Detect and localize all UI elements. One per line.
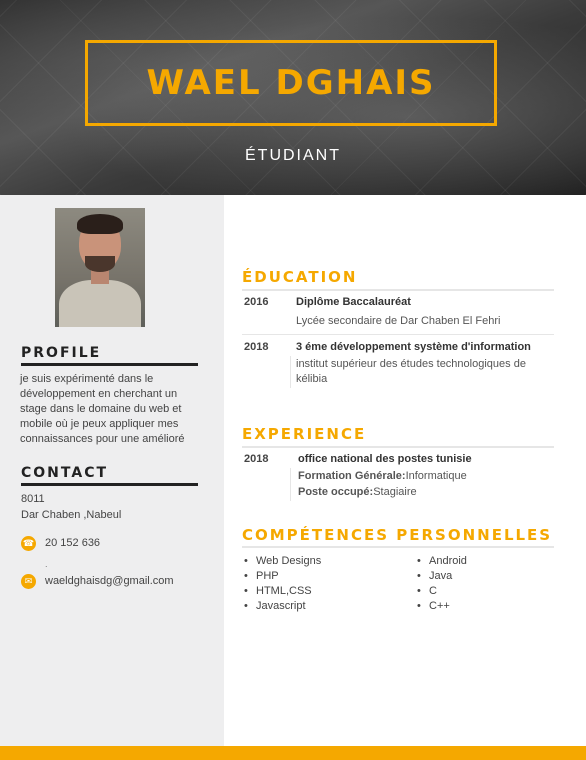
experience-formation-value: Informatique	[405, 470, 467, 482]
name-frame: WAEL DGHAIS	[85, 40, 497, 126]
footer-accent-bar	[0, 746, 586, 760]
experience-row-divider-vertical	[290, 468, 291, 501]
experience-year: 2018	[244, 453, 269, 465]
candidate-role: ÉTUDIANT	[245, 147, 341, 164]
address-postal-code: 8011	[21, 493, 45, 505]
profile-text: je suis expérimenté dans le développemen…	[20, 373, 185, 445]
contact-heading: CONTACT	[21, 465, 109, 481]
skill-item: Web Designs	[244, 555, 321, 567]
profile-heading: PROFILE	[21, 345, 102, 361]
education-year: 2018	[244, 341, 269, 353]
candidate-name: WAEL DGHAIS	[146, 63, 436, 103]
contact-divider	[21, 483, 198, 486]
experience-position-value: Stagiaire	[373, 486, 417, 498]
experience-heading: EXPERIENCE	[242, 425, 367, 443]
email-icon: ✉	[21, 574, 36, 589]
contact-separator: .	[45, 559, 48, 569]
experience-formation-label: Formation Générale:	[298, 470, 406, 482]
education-year: 2016	[244, 296, 269, 308]
experience-company: office national des postes tunisie	[298, 453, 472, 465]
skill-item: Javascript	[244, 600, 305, 612]
skill-item: C	[417, 585, 437, 597]
education-heading: ÉDUCATION	[242, 268, 358, 286]
profile-divider	[21, 363, 198, 366]
skills-divider	[242, 546, 554, 548]
skill-item: PHP	[244, 570, 278, 582]
header-banner: WAEL DGHAIS ÉTUDIANT	[0, 0, 586, 195]
address-city: Dar Chaben ,Nabeul	[21, 509, 122, 521]
phone-number: 20 152 636	[45, 537, 101, 549]
phone-icon: ☎	[21, 536, 36, 551]
experience-formation: Formation Générale:Informatique	[298, 469, 467, 484]
skill-item: C++	[417, 600, 450, 612]
education-degree: 3 éme développement système d'informatio…	[296, 341, 531, 353]
experience-position: Poste occupé:Stagiaire	[298, 485, 417, 500]
skills-heading: COMPÉTENCES PERSONNELLES	[242, 526, 553, 544]
profile-photo	[55, 208, 145, 327]
skill-item: Java	[417, 570, 452, 582]
education-row-divider-vertical	[290, 356, 291, 388]
skill-item: HTML,CSS	[244, 585, 312, 597]
education-school: Lycée secondaire de Dar Chaben El Fehri	[296, 315, 501, 327]
education-divider	[242, 289, 554, 291]
education-row-divider	[242, 334, 554, 335]
education-school: institut supérieur des études technologi…	[296, 358, 526, 385]
education-degree: Diplôme Baccalauréat	[296, 296, 411, 308]
skill-item: Android	[417, 555, 467, 567]
experience-divider	[242, 446, 554, 448]
email-address[interactable]: waeldghaisdg@gmail.com	[45, 575, 174, 587]
experience-position-label: Poste occupé:	[298, 486, 374, 498]
